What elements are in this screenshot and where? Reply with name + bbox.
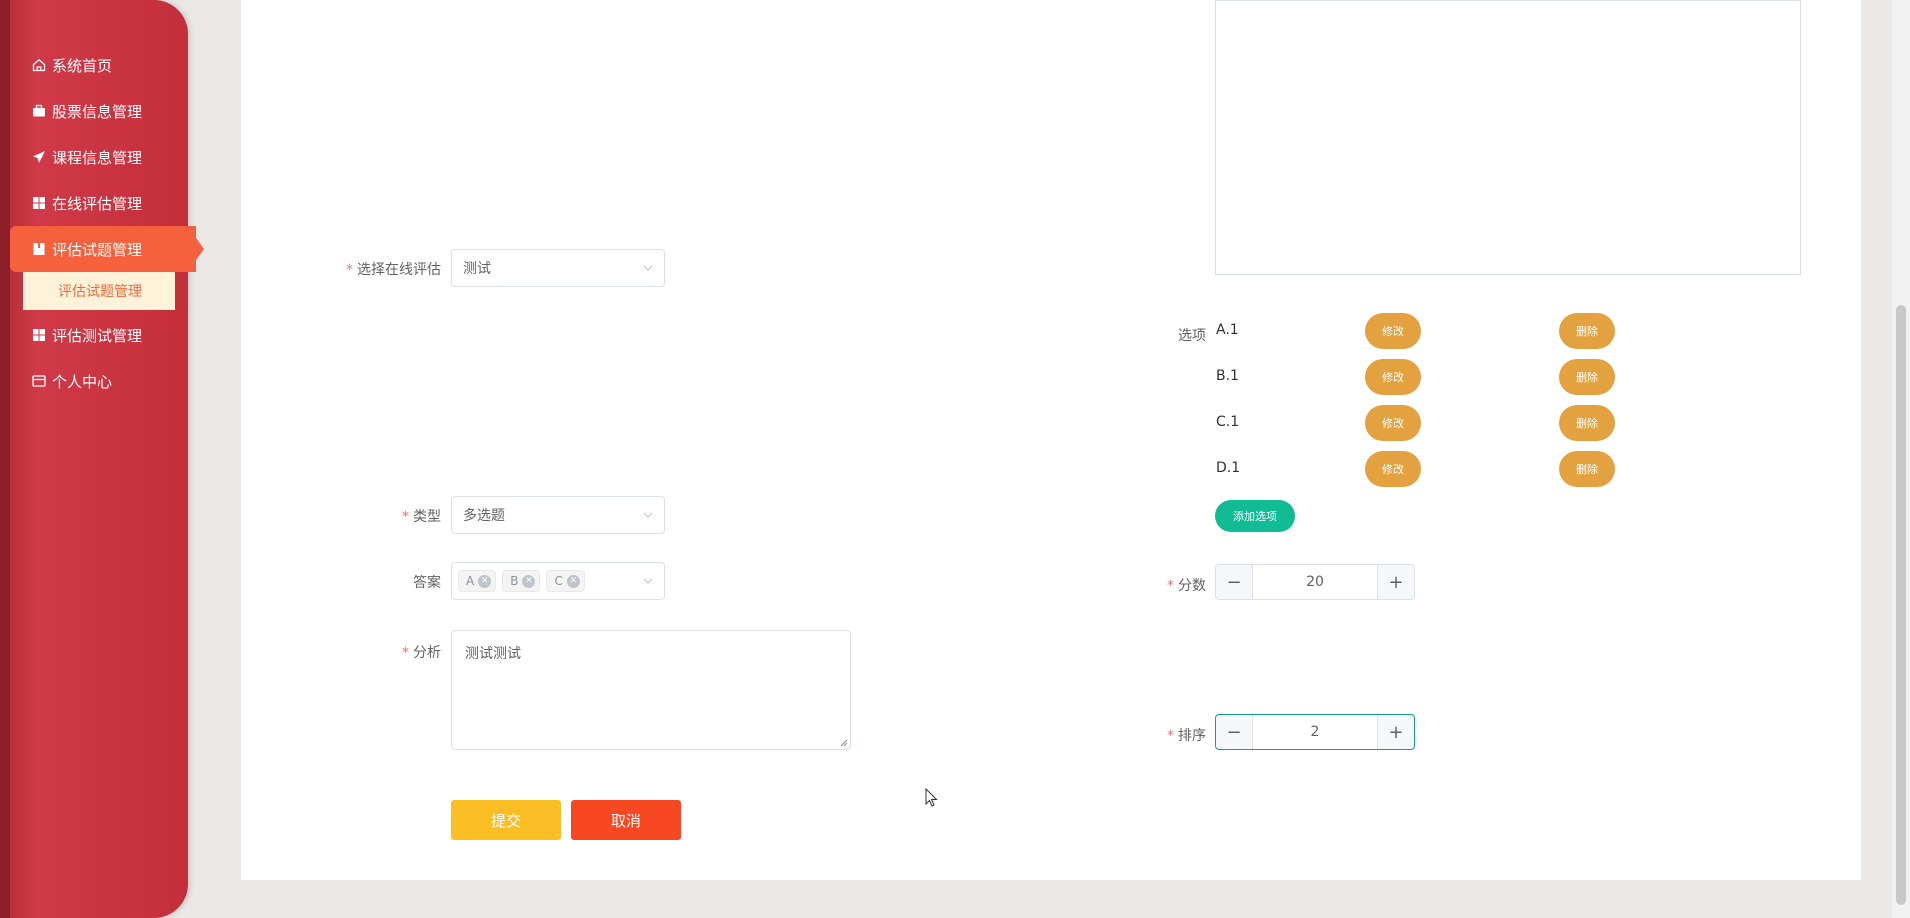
required-mark: * [402, 509, 409, 525]
sidebar-menu: 系统首页 股票信息管理 课程信息管理 在线评估管理 评估试题管理 评估试题管理 … [0, 42, 204, 404]
type-label: * 类型 [402, 509, 441, 525]
submit-button[interactable]: 提交 [451, 800, 561, 840]
options-label: 选项 [1178, 328, 1206, 344]
score-label: * 分数 [1167, 578, 1206, 594]
assessment-select[interactable]: 测试 [451, 249, 665, 287]
sidebar-item-label: 股票信息管理 [52, 102, 143, 121]
decrement-button[interactable]: − [1216, 715, 1253, 749]
sidebar-item-label: 个人中心 [52, 372, 113, 391]
chevron-down-icon [643, 512, 653, 518]
order-label: * 排序 [1167, 728, 1206, 744]
sidebar: 系统首页 股票信息管理 课程信息管理 在线评估管理 评估试题管理 评估试题管理 … [0, 0, 204, 918]
answer-multiselect[interactable]: A ✕ B ✕ C ✕ [451, 562, 665, 600]
briefcase-icon [31, 103, 47, 119]
submenu-item-questions[interactable]: 评估试题管理 [23, 272, 175, 310]
add-option-button[interactable]: 添加选项 [1215, 500, 1295, 532]
form-panel: * 选择在线评估 测试 * 类型 多选题 答案 A ✕ B ✕ C ✕ * 分析 测试测试 … [241, 0, 1861, 880]
edit-option-button[interactable]: 修改 [1365, 451, 1421, 487]
sidebar-item-label: 课程信息管理 [52, 148, 143, 167]
sidebar-item-stock[interactable]: 股票信息管理 [0, 88, 200, 134]
sidebar-item-profile[interactable]: 个人中心 [0, 358, 200, 404]
grid-icon [31, 327, 47, 343]
required-mark: * [1167, 728, 1174, 744]
edit-option-button[interactable]: 修改 [1365, 405, 1421, 441]
send-icon [31, 149, 47, 165]
delete-option-button[interactable]: 删除 [1559, 313, 1615, 349]
analysis-label: * 分析 [402, 645, 441, 661]
decrement-button[interactable]: − [1216, 565, 1253, 599]
option-text: D.1 [1216, 460, 1241, 476]
book-icon [31, 241, 47, 257]
increment-button[interactable]: + [1377, 565, 1414, 599]
edit-option-button[interactable]: 修改 [1365, 359, 1421, 395]
edit-option-button[interactable]: 修改 [1365, 313, 1421, 349]
wallet-icon [31, 373, 47, 389]
close-icon[interactable]: ✕ [566, 574, 580, 588]
score-stepper[interactable]: − 20 + [1215, 564, 1415, 600]
mouse-cursor-icon [925, 788, 938, 807]
resize-handle-icon[interactable] [840, 739, 848, 747]
sidebar-item-course[interactable]: 课程信息管理 [0, 134, 200, 180]
delete-option-button[interactable]: 删除 [1559, 359, 1615, 395]
cancel-button[interactable]: 取消 [571, 800, 681, 840]
sidebar-item-label: 在线评估管理 [52, 194, 143, 213]
close-icon[interactable]: ✕ [522, 574, 536, 588]
sidebar-item-tests[interactable]: 评估测试管理 [0, 312, 200, 358]
answer-tag: B ✕ [502, 570, 541, 592]
answer-label: 答案 [413, 575, 441, 591]
option-text: A.1 [1216, 322, 1239, 338]
increment-button[interactable]: + [1377, 715, 1414, 749]
assessment-label: * 选择在线评估 [346, 262, 441, 278]
sidebar-item-label: 系统首页 [52, 56, 113, 75]
sidebar-item-questions[interactable]: 评估试题管理 [10, 226, 204, 272]
home-icon [31, 57, 47, 73]
close-icon[interactable]: ✕ [478, 574, 492, 588]
answer-tag: C ✕ [546, 570, 585, 592]
required-mark: * [402, 645, 409, 661]
analysis-textarea[interactable]: 测试测试 [451, 630, 851, 750]
required-mark: * [1167, 578, 1174, 594]
order-value[interactable]: 2 [1253, 715, 1377, 749]
option-text: C.1 [1216, 414, 1240, 430]
order-stepper[interactable]: − 2 + [1215, 714, 1415, 750]
page-scrollbar[interactable] [1892, 0, 1910, 918]
option-text: B.1 [1216, 368, 1239, 384]
score-value[interactable]: 20 [1253, 565, 1377, 599]
sidebar-item-label: 评估测试管理 [52, 326, 143, 345]
required-mark: * [346, 262, 353, 278]
image-upload-area[interactable] [1215, 0, 1801, 275]
delete-option-button[interactable]: 删除 [1559, 451, 1615, 487]
scrollbar-thumb[interactable] [1896, 305, 1906, 905]
delete-option-button[interactable]: 删除 [1559, 405, 1615, 441]
sidebar-item-online-assessment[interactable]: 在线评估管理 [0, 180, 200, 226]
type-select[interactable]: 多选题 [451, 496, 665, 534]
sidebar-item-label: 评估试题管理 [52, 240, 143, 259]
chevron-down-icon [643, 578, 653, 584]
grid-icon [31, 195, 47, 211]
answer-tag: A ✕ [458, 570, 497, 592]
sidebar-item-home[interactable]: 系统首页 [0, 42, 200, 88]
chevron-down-icon [643, 265, 653, 271]
